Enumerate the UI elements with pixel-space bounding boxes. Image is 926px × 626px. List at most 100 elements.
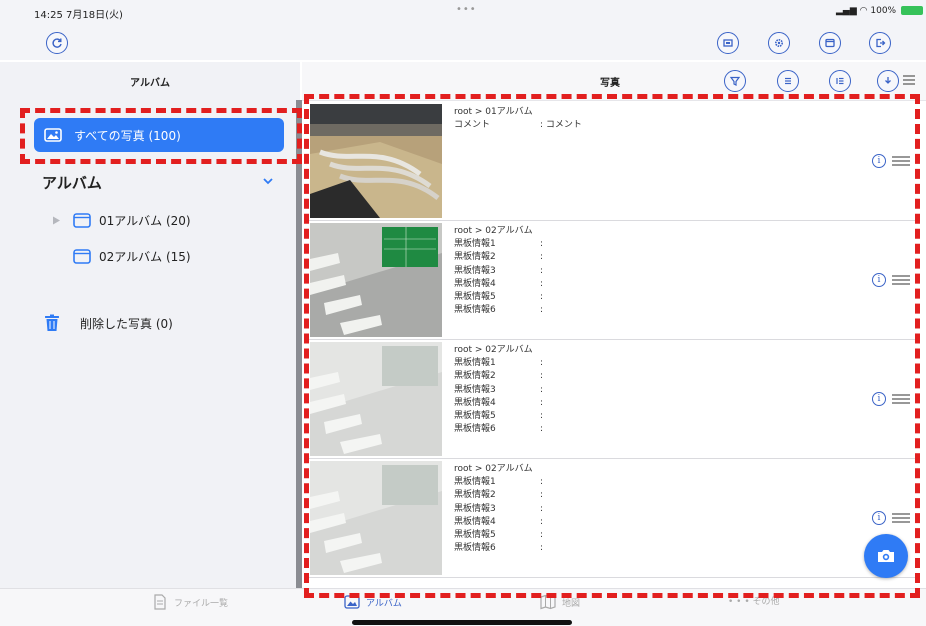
field-key: 黒板情報6 [454, 543, 496, 554]
menu-lines-icon[interactable] [902, 72, 916, 86]
field-key: 黒板情報4 [454, 516, 496, 527]
status-time: 14:25 7月18日(火) [34, 10, 123, 21]
field-key: 黒板情報1 [454, 477, 496, 488]
export-icon [876, 38, 886, 48]
field-key: 黒板情報3 [454, 503, 496, 514]
refresh-icon [52, 38, 62, 48]
field-value: : [540, 371, 544, 382]
photo-thumbnail[interactable] [310, 342, 442, 456]
field-value: : [540, 530, 544, 541]
window-button[interactable] [819, 32, 841, 54]
reorder-handle-icon[interactable] [892, 275, 910, 285]
document-icon [154, 594, 166, 610]
reorder-handle-icon[interactable] [892, 156, 910, 166]
download-button[interactable] [877, 70, 899, 92]
info-icon[interactable]: i [872, 154, 886, 168]
field-value: : コメント [540, 120, 582, 131]
tab-album[interactable]: アルバム [344, 594, 402, 610]
field-value: : [540, 477, 544, 488]
export-button[interactable] [869, 32, 891, 54]
field-value: : [540, 384, 544, 395]
settings-button[interactable] [768, 32, 790, 54]
field-value: : [540, 397, 544, 408]
gear-icon [774, 38, 784, 48]
field-value: : [540, 411, 544, 422]
info-icon[interactable]: i [872, 273, 886, 287]
field-value: : [540, 292, 544, 303]
camera-button[interactable] [864, 534, 908, 578]
status-indicators: ▂▄▆ ◠ 100% [836, 6, 923, 16]
wifi-icon: ◠ [859, 6, 868, 16]
tab-file-list[interactable]: ファイル一覧 [152, 594, 228, 610]
photo-thumbnail[interactable] [310, 461, 442, 575]
deleted-label: 削除した写真 (0) [80, 316, 173, 331]
list-icon [785, 77, 791, 85]
camera-icon [878, 550, 894, 562]
split-view-divider[interactable] [296, 100, 302, 588]
tab-label: 地図 [562, 598, 581, 609]
reorder-handle-icon[interactable] [892, 513, 910, 523]
photo-frame-button[interactable] [717, 32, 739, 54]
field-key: コメント [454, 120, 491, 131]
field-key: 黒板情報3 [454, 265, 496, 276]
tab-label: • • • その他 [728, 597, 780, 607]
field-value: : [540, 252, 544, 263]
folder-icon [73, 249, 91, 264]
photo-thumbnail[interactable] [310, 104, 442, 218]
field-value: : [540, 424, 544, 435]
album-label: 02アルバム (15) [99, 250, 191, 264]
field-key: 黒板情報1 [454, 239, 496, 250]
photo-row[interactable]: root > 02アルバム 黒板情報1: 黒板情報2: 黒板情報3: 黒板情報4… [308, 340, 920, 459]
reorder-handle-icon[interactable] [892, 394, 910, 404]
field-key: 黒板情報2 [454, 252, 496, 263]
photo-row[interactable]: root > 02アルバム 黒板情報1: 黒板情報2: 黒板情報3: 黒板情報4… [308, 221, 920, 340]
map-icon [540, 594, 556, 610]
download-icon [885, 77, 891, 84]
chevron-down-icon[interactable] [262, 176, 274, 186]
photo-row[interactable]: root > 01アルバム コメント : コメント i [308, 102, 920, 221]
multitasking-dots[interactable]: ••• [456, 4, 477, 15]
sort-button[interactable] [829, 70, 851, 92]
filter-button[interactable] [724, 70, 746, 92]
field-key: 黒板情報3 [454, 384, 496, 395]
field-key: 黒板情報5 [454, 411, 496, 422]
photo-row[interactable]: root > 02アルバム 黒板情報1: 黒板情報2: 黒板情報3: 黒板情報4… [308, 459, 920, 578]
trash-icon [45, 314, 59, 331]
battery-icon [900, 6, 923, 15]
album-section-header: アルバム [42, 174, 102, 192]
photo-details: root > 01アルバム コメント : コメント [454, 106, 582, 132]
tab-more[interactable]: • • • その他 [728, 594, 780, 607]
info-icon[interactable]: i [872, 511, 886, 525]
all-photos-item[interactable]: すべての写真 (100) [34, 118, 284, 152]
field-value: : [540, 239, 544, 250]
photo-details: root > 02アルバム 黒板情報1: 黒板情報2: 黒板情報3: 黒板情報4… [454, 344, 543, 436]
list-view-button[interactable] [777, 70, 799, 92]
sort-list-icon [836, 77, 844, 85]
info-icon[interactable]: i [872, 392, 886, 406]
field-value: : [540, 278, 544, 289]
field-key: 黒板情報1 [454, 358, 496, 369]
disclosure-triangle-icon[interactable] [52, 216, 61, 225]
photo-path: root > 01アルバム [454, 107, 533, 117]
photo-path: root > 02アルバム [454, 226, 533, 236]
photo-icon [44, 128, 62, 142]
folder-icon [73, 213, 91, 228]
photo-details: root > 02アルバム 黒板情報1: 黒板情報2: 黒板情報3: 黒板情報4… [454, 463, 543, 555]
sidebar-item-album-02[interactable]: 02アルバム (15) [73, 248, 191, 265]
refresh-button[interactable] [46, 32, 68, 54]
photo-path: root > 02アルバム [454, 345, 533, 355]
album-label: 01アルバム (20) [99, 214, 191, 228]
photo-frame-icon [723, 39, 733, 47]
signal-icon: ▂▄▆ [836, 6, 857, 16]
field-key: 黒板情報6 [454, 424, 496, 435]
sidebar-item-album-01[interactable]: 01アルバム (20) [52, 212, 191, 229]
field-value: : [540, 265, 544, 276]
window-icon [825, 38, 835, 48]
field-key: 黒板情報5 [454, 530, 496, 541]
field-value: : [540, 503, 544, 514]
photo-thumbnail[interactable] [310, 223, 442, 337]
tab-map[interactable]: 地図 [540, 594, 580, 610]
sidebar-item-deleted[interactable]: 削除した写真 (0) [44, 314, 173, 332]
field-key: 黒板情報2 [454, 371, 496, 382]
field-value: : [540, 358, 544, 369]
